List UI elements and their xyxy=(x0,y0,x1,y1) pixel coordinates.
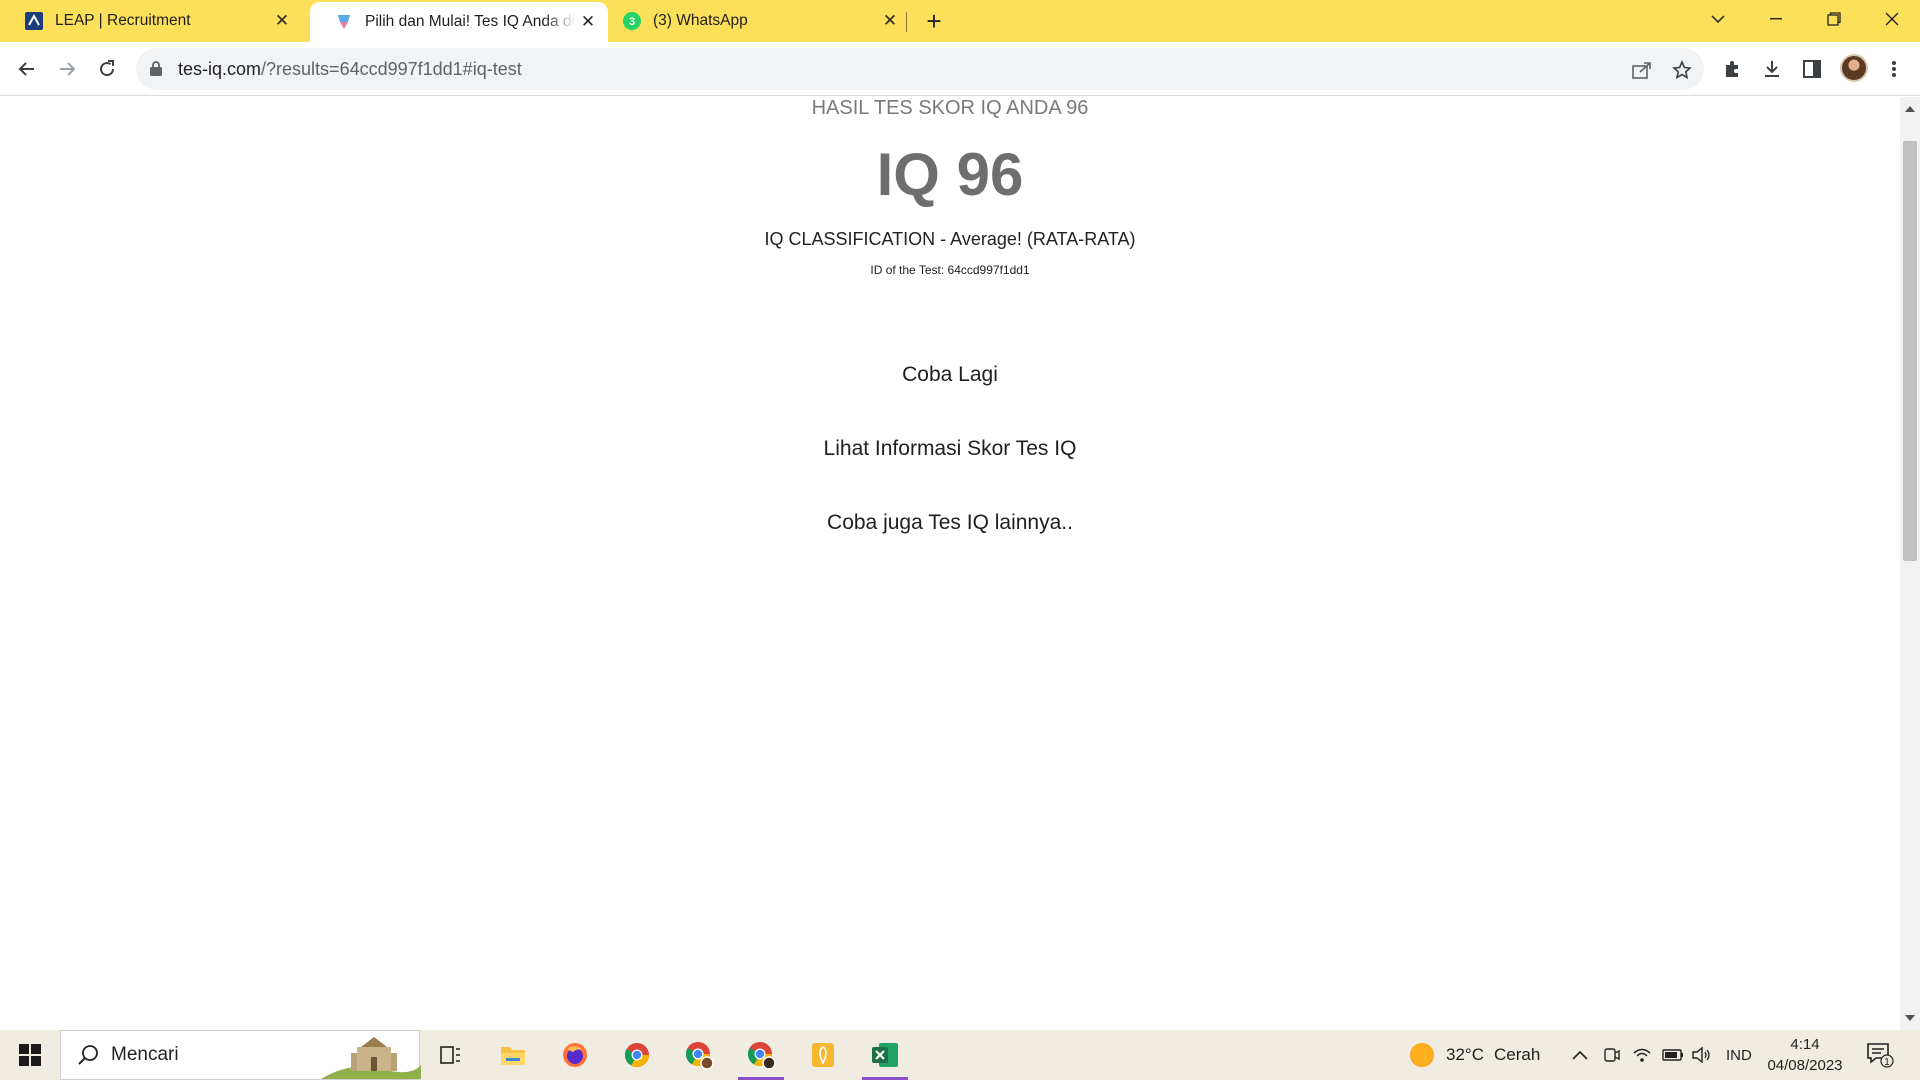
scroll-up-arrow-icon[interactable] xyxy=(1900,101,1920,117)
meet-camera-icon[interactable] xyxy=(1603,1030,1621,1080)
share-icon[interactable] xyxy=(1630,58,1654,82)
language-indicator[interactable]: IND xyxy=(1726,1030,1752,1080)
tab-leap[interactable]: LEAP | Recruitment ✕ xyxy=(0,0,302,42)
leap-icon xyxy=(24,11,44,31)
new-tab-button[interactable]: + xyxy=(920,6,948,36)
svg-text:3: 3 xyxy=(629,16,635,28)
url-path: /?results=64ccd997f1dd1#iq-test xyxy=(261,59,522,79)
chrome-profile-2-icon[interactable] xyxy=(668,1030,730,1080)
search-highlight-illustration-icon xyxy=(321,1035,421,1084)
excel-icon[interactable] xyxy=(854,1030,916,1080)
more-tests-link-label[interactable]: Coba juga Tes IQ lainnya.. xyxy=(827,511,1073,534)
weather-description: Cerah xyxy=(1493,1045,1541,1064)
search-placeholder: Mencari xyxy=(111,1044,179,1065)
language-label: IND xyxy=(1726,1046,1752,1064)
close-tab-icon[interactable]: ✕ xyxy=(878,9,902,33)
notification-center-icon[interactable]: 1 xyxy=(1866,1030,1894,1080)
browser-toolbar: tes-iq.com/?results=64ccd997f1dd1#iq-tes… xyxy=(0,42,1920,96)
svg-text:1: 1 xyxy=(1884,1057,1890,1068)
tes-iq-icon xyxy=(334,12,354,32)
tab-whatsapp[interactable]: 3 (3) WhatsApp ✕ xyxy=(608,0,910,42)
side-panel-icon[interactable] xyxy=(1800,57,1824,81)
tab-title: Pilih dan Mulai! Tes IQ Anda disini xyxy=(365,13,576,30)
taskbar-search-box[interactable]: Mencari xyxy=(60,1030,421,1080)
whatsapp-icon: 3 xyxy=(622,11,642,31)
score-info-link[interactable]: Lihat Informasi Skor Tes IQ xyxy=(0,437,1900,461)
scroll-down-arrow-icon[interactable] xyxy=(1900,1010,1920,1026)
chrome-icon[interactable] xyxy=(606,1030,668,1080)
iq-score: IQ 96 xyxy=(876,141,1024,208)
windows-taskbar: Mencari 32°C Cerah IND 4:14 04/08/2023 1 xyxy=(0,1030,1920,1080)
close-window-button[interactable] xyxy=(1864,0,1920,38)
wifi-icon[interactable] xyxy=(1633,1030,1651,1080)
score-info-link-label[interactable]: Lihat Informasi Skor Tes IQ xyxy=(824,437,1077,460)
url-text[interactable]: tes-iq.com/?results=64ccd997f1dd1#iq-tes… xyxy=(178,59,522,80)
download-icon[interactable] xyxy=(1760,57,1784,81)
minimize-button[interactable] xyxy=(1748,0,1804,38)
task-view-icon[interactable] xyxy=(420,1030,482,1080)
firefox-icon[interactable] xyxy=(544,1030,606,1080)
taskbar-clock[interactable]: 4:14 04/08/2023 xyxy=(1762,1034,1848,1076)
back-button[interactable] xyxy=(11,53,43,85)
url-host: tes-iq.com xyxy=(178,59,262,79)
tab-tes-iq[interactable]: Pilih dan Mulai! Tes IQ Anda disini ✕ xyxy=(310,2,608,42)
search-icon xyxy=(77,1044,99,1071)
page-scrollbar[interactable] xyxy=(1900,97,1920,1030)
address-bar[interactable]: tes-iq.com/?results=64ccd997f1dd1#iq-tes… xyxy=(136,48,1704,90)
result-heading: HASIL TES SKOR IQ ANDA 96 xyxy=(811,97,1089,119)
clock-time: 4:14 xyxy=(1790,1036,1820,1053)
iq-classification: IQ CLASSIFICATION - Average! (RATA-RATA) xyxy=(764,229,1136,249)
show-hidden-icons-icon[interactable] xyxy=(1572,1030,1588,1080)
retry-link[interactable]: Coba Lagi xyxy=(0,363,1900,387)
lock-icon[interactable] xyxy=(150,61,162,81)
file-explorer-icon[interactable] xyxy=(482,1030,544,1080)
close-tab-icon[interactable]: ✕ xyxy=(270,9,294,33)
restore-button[interactable] xyxy=(1806,0,1862,38)
tab-title: LEAP | Recruitment xyxy=(55,12,191,29)
clock-date: 04/08/2023 xyxy=(1767,1057,1843,1074)
close-tab-icon[interactable]: ✕ xyxy=(576,10,600,34)
sticky-notes-icon[interactable] xyxy=(792,1030,854,1080)
weather-widget[interactable]: 32°C Cerah xyxy=(1410,1030,1540,1080)
tab-title: (3) WhatsApp xyxy=(653,12,748,29)
page-content: HASIL TES SKOR IQ ANDA 96 IQ 96 IQ CLASS… xyxy=(0,97,1900,1030)
weather-temperature: 32°C xyxy=(1446,1045,1484,1064)
profile-avatar[interactable] xyxy=(1840,54,1868,82)
more-tests-link[interactable]: Coba juga Tes IQ lainnya.. xyxy=(0,511,1900,535)
test-id: ID of the Test: 64ccd997f1dd1 xyxy=(870,263,1030,277)
retry-link-label[interactable]: Coba Lagi xyxy=(902,363,998,386)
sun-weather-icon xyxy=(1410,1043,1434,1067)
chrome-profile-3-icon[interactable] xyxy=(730,1030,792,1080)
forward-button[interactable] xyxy=(51,53,83,85)
windows-start-icon[interactable] xyxy=(0,1030,60,1080)
tab-strip: LEAP | Recruitment ✕ Pilih dan Mulai! Te… xyxy=(0,0,1920,42)
bookmark-star-icon[interactable] xyxy=(1670,58,1694,82)
tab-search-icon[interactable] xyxy=(1690,0,1746,38)
battery-icon[interactable] xyxy=(1662,1030,1684,1080)
volume-icon[interactable] xyxy=(1692,1030,1712,1080)
tab-separator xyxy=(906,12,907,32)
extensions-icon[interactable] xyxy=(1720,57,1744,81)
reload-button[interactable] xyxy=(91,53,123,85)
menu-kebab-icon[interactable] xyxy=(1882,57,1906,81)
scrollbar-thumb[interactable] xyxy=(1903,141,1917,561)
